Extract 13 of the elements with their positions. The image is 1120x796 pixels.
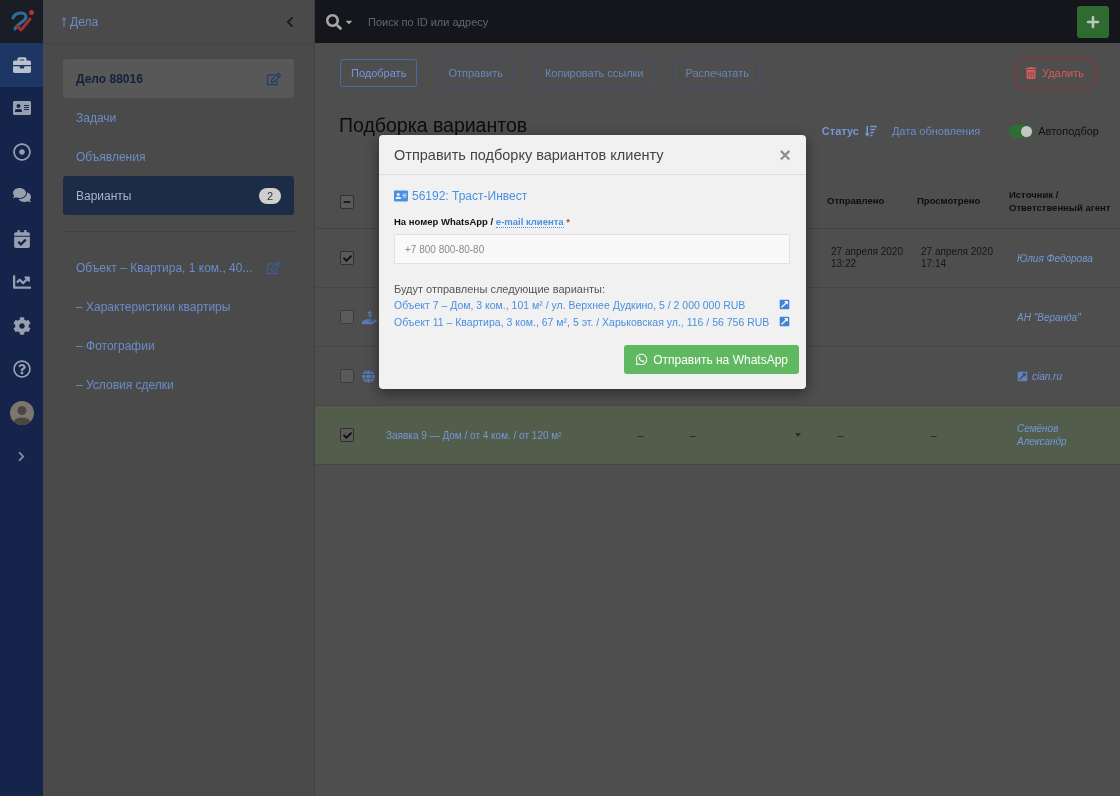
empty-value: – — [690, 429, 696, 441]
empty-value: – — [930, 429, 937, 441]
modal-title: Отправить подборку вариантов клиенту — [394, 146, 664, 163]
empty-value: – — [837, 429, 844, 441]
column-header: Просмотрено — [917, 195, 981, 208]
empty-value: – — [638, 429, 644, 441]
count-badge: 2 — [258, 187, 281, 204]
toggle-label: Автоподбор — [1038, 125, 1099, 137]
field-label: На номер WhatsApp / e-mail клиента * — [394, 216, 571, 227]
column-header: Отправлено — [827, 195, 885, 208]
page-title: Подборка вариантов — [339, 116, 528, 135]
column-header: Источник / Ответственный агент — [1009, 189, 1112, 214]
list-label: Будут отправлены следующие варианты: — [394, 283, 607, 295]
